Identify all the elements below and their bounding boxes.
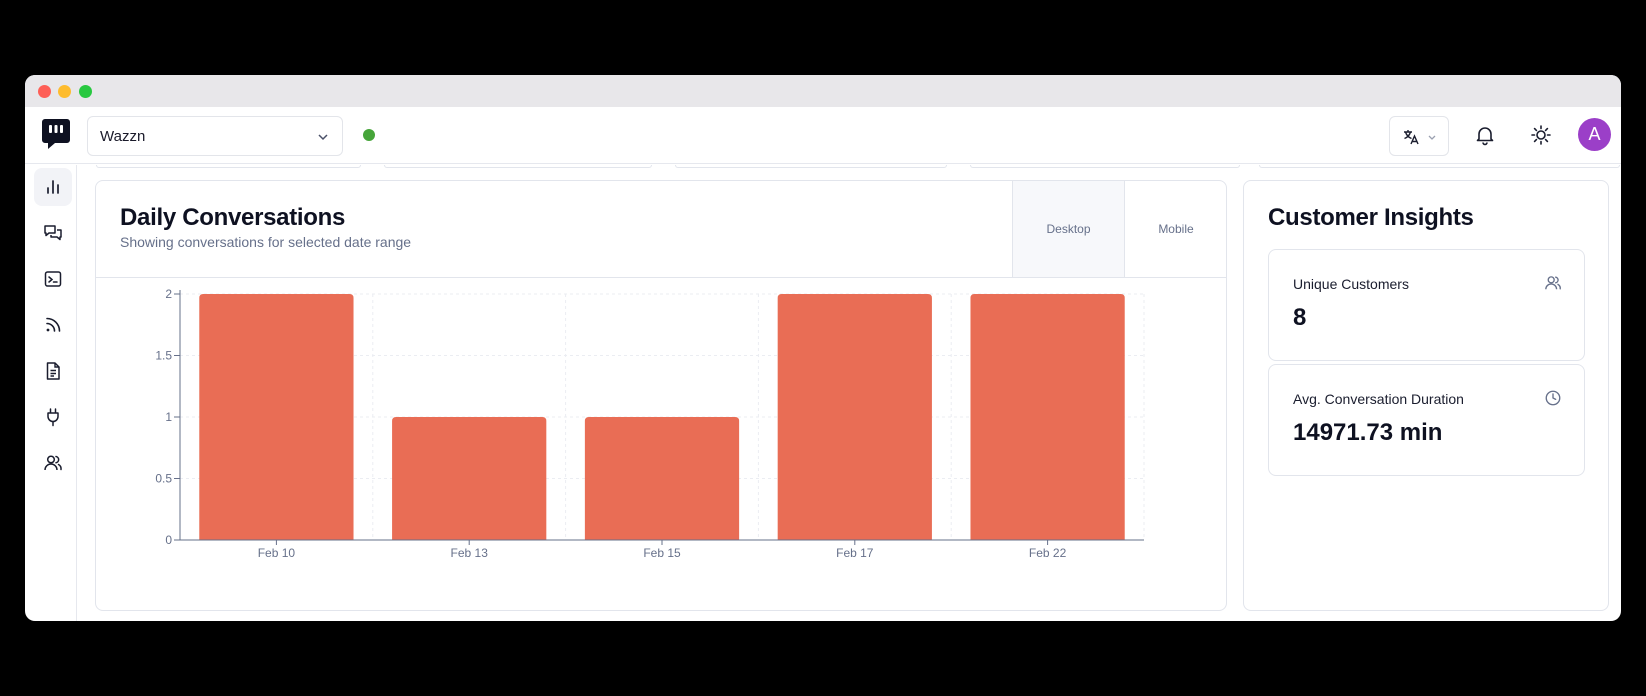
- rss-icon: [46, 317, 61, 332]
- stat-cards-row-cutoff: [95, 165, 1621, 169]
- daily-conversations-card: Daily Conversations Showing conversation…: [95, 180, 1227, 611]
- workspace-select[interactable]: Wazzn: [87, 116, 343, 156]
- users-icon: [44, 455, 62, 471]
- chart-bar: [584, 417, 740, 540]
- app-window: Wazzn A Daily Conversations Showing conv…: [25, 75, 1621, 621]
- chevron-down-icon: [1428, 135, 1436, 140]
- y-tick-label: 0.5: [155, 472, 172, 486]
- plug-icon: [47, 408, 59, 427]
- workspace-select-value: Wazzn: [100, 128, 146, 145]
- clock-icon: [1545, 390, 1561, 406]
- top-bar: Wazzn A: [25, 107, 1621, 164]
- x-tick-label: Feb 17: [836, 546, 874, 560]
- app-logo-icon[interactable]: [41, 118, 71, 150]
- chart-title: Daily Conversations: [120, 204, 346, 231]
- chat-icon: [44, 225, 62, 241]
- y-tick-label: 2: [165, 287, 172, 301]
- chart-bar: [199, 294, 354, 540]
- stat-card-partial: [96, 165, 361, 168]
- bar-chart-icon: [47, 180, 59, 194]
- insights-title: Customer Insights: [1268, 204, 1474, 231]
- daily-conversations-chart: 0 0.5 1 1.5 2 Feb 10 Feb 13 Feb 15 Feb 17 Feb 22: [155, 287, 1145, 560]
- metric-value: 8: [1293, 304, 1307, 331]
- chevron-down-icon: [318, 134, 328, 141]
- y-tick-label: 0: [165, 533, 172, 547]
- metric-label: Unique Customers: [1293, 276, 1409, 292]
- window-titlebar: [25, 75, 1621, 107]
- users-icon: [1545, 276, 1561, 290]
- stat-card-partial: [1259, 165, 1620, 168]
- sidebar-item-analytics[interactable]: [34, 168, 72, 206]
- metric-avg-conversation-duration: Avg. Conversation Duration 14971.73 min: [1268, 364, 1585, 476]
- sidebar-item-terminal[interactable]: [34, 260, 72, 298]
- stat-card-partial: [384, 165, 652, 168]
- sidebar-item-feeds[interactable]: [34, 306, 72, 344]
- y-tick-label: 1.5: [155, 349, 172, 363]
- terminal-icon: [44, 271, 62, 287]
- metric-unique-customers: Unique Customers 8: [1268, 249, 1585, 361]
- minimize-window-button[interactable]: [58, 85, 71, 98]
- tab-desktop[interactable]: Desktop: [1012, 181, 1124, 277]
- maximize-window-button[interactable]: [79, 85, 92, 98]
- chart-bar: [392, 417, 547, 540]
- bell-icon[interactable]: [1474, 124, 1496, 146]
- x-tick-label: Feb 15: [643, 546, 681, 560]
- connection-status-indicator: [363, 129, 375, 141]
- chart-bar: [970, 294, 1125, 540]
- sidebar-item-integrations[interactable]: [34, 398, 72, 436]
- sidebar-item-documents[interactable]: [34, 352, 72, 390]
- sun-icon[interactable]: [1530, 124, 1552, 146]
- close-window-button[interactable]: [38, 85, 51, 98]
- sidebar-item-conversations[interactable]: [34, 214, 72, 252]
- chart-bar: [777, 294, 932, 540]
- sidebar-item-users[interactable]: [34, 444, 72, 482]
- stat-card-partial: [675, 165, 947, 168]
- metric-label: Avg. Conversation Duration: [1293, 391, 1464, 407]
- chart-subtitle: Showing conversations for selected date …: [120, 234, 412, 250]
- sidebar: [25, 165, 77, 621]
- chart-card-header: Daily Conversations Showing conversation…: [96, 181, 1226, 278]
- translate-icon: [1404, 130, 1419, 145]
- metric-value: 14971.73 min: [1293, 419, 1443, 446]
- stat-card-partial: [970, 165, 1240, 168]
- user-avatar[interactable]: A: [1578, 118, 1611, 151]
- x-tick-label: Feb 13: [451, 546, 489, 560]
- tab-mobile[interactable]: Mobile: [1124, 181, 1227, 277]
- language-select-button[interactable]: [1389, 116, 1449, 156]
- x-tick-label: Feb 22: [1029, 546, 1067, 560]
- customer-insights-card: Customer Insights Unique Customers 8 Avg…: [1243, 180, 1609, 611]
- x-tick-label: Feb 10: [258, 546, 296, 560]
- y-tick-label: 1: [165, 410, 172, 424]
- document-icon: [46, 362, 60, 380]
